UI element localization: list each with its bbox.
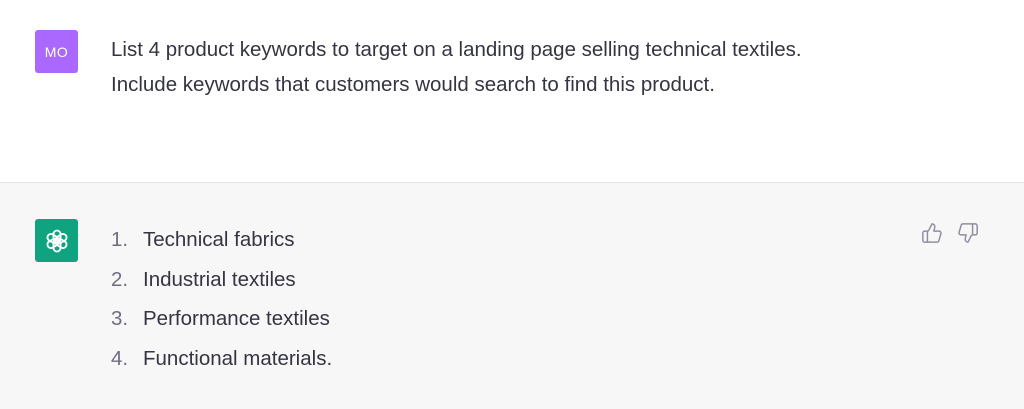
list-item-text: Technical fabrics xyxy=(143,228,295,251)
thumbs-down-icon xyxy=(958,223,978,243)
thumbs-up-button[interactable] xyxy=(920,221,944,245)
user-message-line: List 4 product keywords to target on a l… xyxy=(111,38,802,61)
feedback-buttons xyxy=(920,221,980,245)
thumbs-down-button[interactable] xyxy=(956,221,980,245)
user-message-text: List 4 product keywords to target on a l… xyxy=(111,32,851,102)
list-item-number: 4. xyxy=(111,346,129,370)
list-item-number: 2. xyxy=(111,267,129,291)
user-avatar-initials: MO xyxy=(44,43,69,60)
user-message-line: Include keywords that customers would se… xyxy=(111,73,715,96)
list-item: 2. Industrial textiles xyxy=(111,260,332,300)
list-item-number: 1. xyxy=(111,228,129,251)
list-item: 3. Performance textiles xyxy=(111,299,332,339)
list-item-text: Industrial textiles xyxy=(143,267,296,291)
list-item-text: Performance textiles xyxy=(143,307,330,330)
list-item: 4. Functional materials. xyxy=(111,339,332,379)
list-item: 1. Technical fabrics xyxy=(111,220,332,260)
openai-logo-icon xyxy=(35,219,78,262)
list-item-text: Functional materials. xyxy=(143,346,333,370)
assistant-message: 1. Technical fabrics 2. Industrial texti… xyxy=(0,183,1024,409)
user-avatar: MO xyxy=(35,30,78,73)
user-message: MO List 4 product keywords to target on … xyxy=(0,0,1024,183)
answer-list: 1. Technical fabrics 2. Industrial texti… xyxy=(111,220,332,378)
thumbs-up-icon xyxy=(922,223,942,243)
list-item-number: 3. xyxy=(111,307,129,330)
